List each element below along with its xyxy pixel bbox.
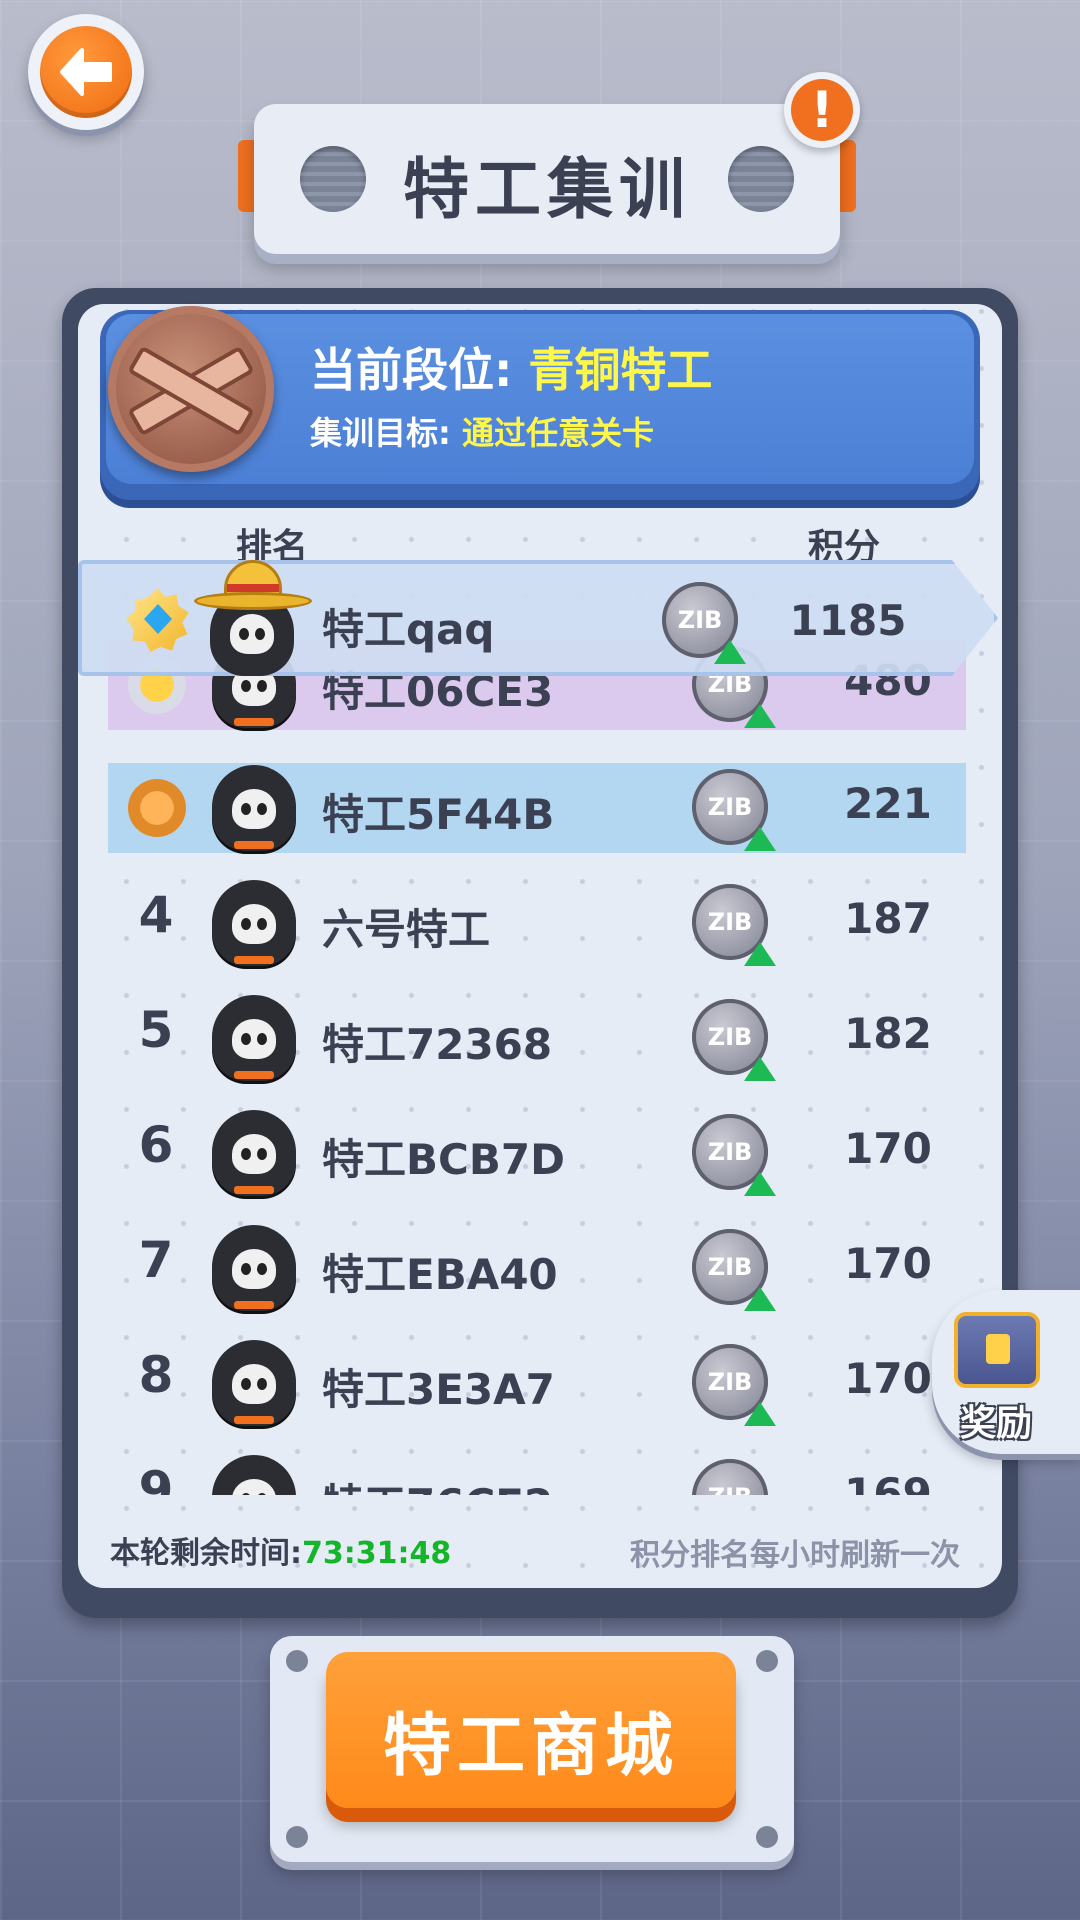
- avatar: [212, 1340, 296, 1426]
- up-arrow-icon: [744, 1057, 776, 1081]
- zib-coin-icon: ZIB: [692, 999, 776, 1081]
- reward-button-label: 奖励: [960, 1403, 1033, 1444]
- page-title: 特工集训: [403, 151, 691, 228]
- player-name: 特工EBA40: [322, 1250, 558, 1299]
- rank-number: 8: [138, 1346, 174, 1404]
- remaining-time-value: 73:31:48: [302, 1536, 452, 1571]
- back-arrow-icon: [40, 26, 132, 118]
- current-rank-text: 当前段位: 青铜特工: [310, 334, 712, 400]
- coin-label: ZIB: [677, 606, 723, 634]
- avatar: [212, 1225, 296, 1311]
- table-row: 4 六号特工 ZIB 187: [108, 878, 966, 968]
- agent-shop-button-label: 特工商城: [382, 1707, 679, 1786]
- player-name: 特工72368: [322, 1020, 553, 1069]
- player-score: 182: [844, 1009, 932, 1058]
- player-name: 特工5F44B: [322, 790, 555, 839]
- up-arrow-icon: [714, 640, 746, 664]
- coin-label: ZIB: [707, 1023, 753, 1051]
- table-row: 7 特工EBA40 ZIB 170: [108, 1223, 966, 1313]
- up-arrow-icon: [744, 1287, 776, 1311]
- zib-coin-icon: ZIB: [692, 1114, 776, 1196]
- player-name: 六号特工: [322, 905, 491, 954]
- player-name: 特工BCB7D: [322, 1135, 565, 1184]
- remaining-time: 本轮剩余时间:73:31:48: [110, 1528, 451, 1572]
- refresh-note: 积分排名每小时刷新一次: [630, 1538, 960, 1573]
- table-row: 9 特工76CF2 ZIB 169: [108, 1453, 966, 1495]
- player-name: 特工76CF2: [322, 1471, 553, 1495]
- title-plate: 特工集训: [238, 104, 856, 254]
- player-name: 特工3E3A7: [322, 1365, 555, 1414]
- agent-shop-button[interactable]: 特工商城: [326, 1652, 736, 1808]
- coin-label: ZIB: [707, 1253, 753, 1281]
- player-score: 170: [844, 1124, 932, 1173]
- treasure-chest-icon: [954, 1312, 1040, 1388]
- avatar: [212, 880, 296, 966]
- coin-label: ZIB: [707, 1368, 753, 1396]
- current-rank-value: 青铜特工: [528, 343, 713, 397]
- player-score: 170: [844, 1239, 932, 1288]
- avatar: [212, 1455, 296, 1495]
- straw-hat-icon: [194, 560, 312, 610]
- coin-label: ZIB: [708, 1483, 753, 1495]
- table-row: 5 特工72368 ZIB 182: [108, 993, 966, 1083]
- coin-label: ZIB: [707, 793, 753, 821]
- player-score: 169: [844, 1469, 932, 1495]
- table-row: 特工5F44B ZIB 221: [108, 763, 966, 853]
- player-score: 221: [844, 779, 932, 828]
- screw-icon: [756, 1650, 778, 1672]
- coin-label: ZIB: [707, 1138, 753, 1166]
- rank-number: 5: [138, 1001, 174, 1059]
- zib-coin-icon: ZIB: [692, 1459, 768, 1495]
- training-goal-value: 通过任意关卡: [461, 414, 654, 452]
- training-goal-text: 集训目标: 通过任意关卡: [310, 408, 654, 454]
- bronze-star-badge-icon: [128, 779, 186, 837]
- up-arrow-icon: [744, 704, 776, 728]
- zib-coin-icon: ZIB: [692, 884, 776, 966]
- player-score: 187: [844, 894, 932, 943]
- screw-icon: [286, 1826, 308, 1848]
- rank-number: 9: [138, 1461, 174, 1495]
- up-arrow-icon: [744, 1402, 776, 1426]
- back-button[interactable]: [28, 14, 144, 130]
- table-row: 6 特工BCB7D ZIB 170: [108, 1108, 966, 1198]
- avatar: [212, 1110, 296, 1196]
- current-rank-label: 当前段位:: [310, 343, 529, 397]
- zib-coin-icon: ZIB: [662, 582, 746, 664]
- zib-coin-icon: ZIB: [692, 769, 776, 851]
- info-button[interactable]: !: [784, 72, 860, 148]
- rank-number: 7: [138, 1231, 174, 1289]
- up-arrow-icon: [744, 942, 776, 966]
- self-player-name: 特工qaq: [322, 605, 495, 654]
- up-arrow-icon: [744, 1172, 776, 1196]
- screw-icon: [756, 1826, 778, 1848]
- table-row: 8 特工3E3A7 ZIB 170: [108, 1338, 966, 1428]
- up-arrow-icon: [744, 827, 776, 851]
- zib-coin-icon: ZIB: [692, 1344, 776, 1426]
- training-goal-label: 集训目标:: [310, 414, 462, 452]
- avatar: [212, 995, 296, 1081]
- exclamation-icon: !: [791, 79, 853, 141]
- bronze-medal-icon: [108, 306, 274, 472]
- screw-icon: [286, 1650, 308, 1672]
- leaderboard-list[interactable]: 特工06CE3 ZIB 480 特工5F44B ZIB 221 4 六号特工 Z…: [78, 560, 1002, 1495]
- rank-number: 4: [138, 886, 174, 944]
- avatar: [212, 765, 296, 851]
- self-player-score: 1185: [789, 596, 907, 645]
- rank-number: 6: [138, 1116, 174, 1174]
- zib-coin-icon: ZIB: [692, 1229, 776, 1311]
- reward-button[interactable]: 奖励: [932, 1290, 1080, 1454]
- coin-label: ZIB: [707, 908, 753, 936]
- remaining-time-label: 本轮剩余时间:: [110, 1536, 302, 1571]
